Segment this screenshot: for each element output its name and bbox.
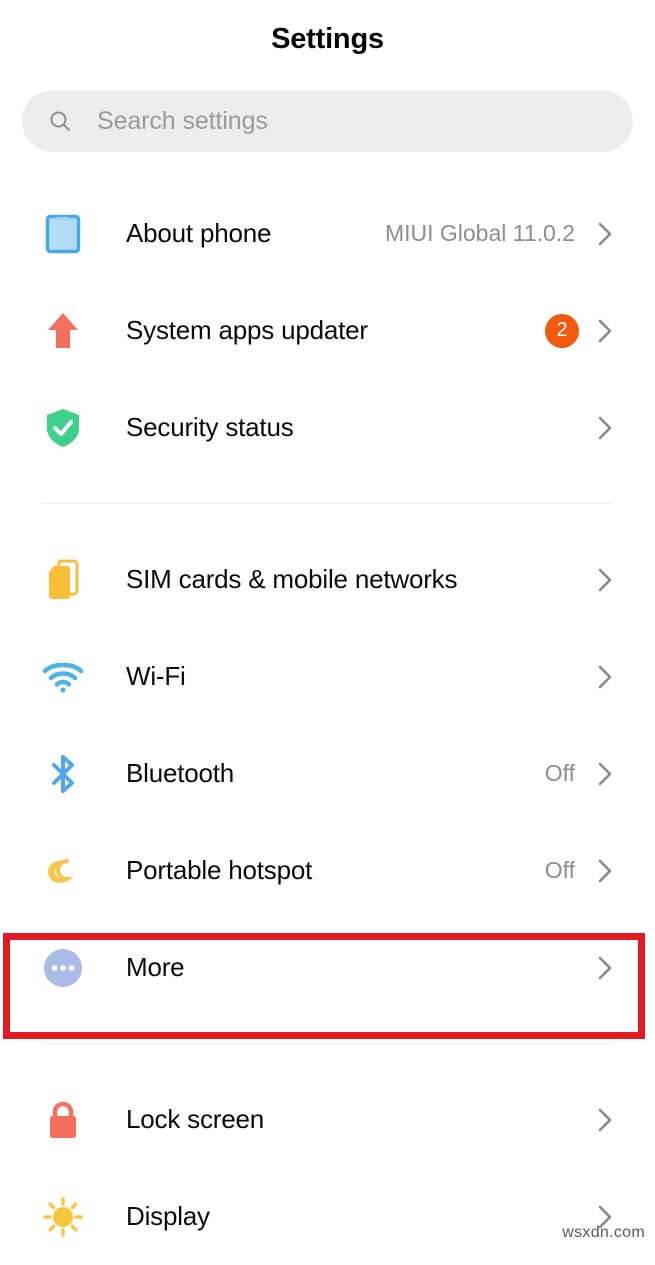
list-item-trailing: MIUI Global 11.0.2 — [385, 185, 613, 282]
list-item-trailing — [597, 919, 613, 1016]
page-title: Settings — [271, 23, 384, 55]
list-item-more[interactable]: More — [0, 919, 655, 1016]
wifi-icon — [42, 656, 84, 698]
search-input[interactable]: Search settings — [22, 90, 633, 152]
list-item-label: Display — [126, 1201, 210, 1231]
chevron-right-icon — [598, 319, 612, 342]
phone-icon — [42, 213, 84, 255]
group-gap — [0, 1016, 655, 1043]
list-item-trailing — [597, 1168, 613, 1265]
list-item-system-apps-updater[interactable]: System apps updater 2 — [0, 282, 655, 379]
brightness-sun-icon — [42, 1196, 84, 1238]
hotspot-icon — [42, 850, 84, 892]
up-arrow-icon — [42, 310, 84, 352]
list-item-value: Off — [544, 760, 575, 786]
list-item-value: MIUI Global 11.0.2 — [384, 220, 575, 246]
list-item-trailing — [597, 531, 613, 628]
lock-icon — [42, 1099, 84, 1141]
list-item-trailing — [597, 628, 613, 725]
chevron-right-icon — [598, 568, 612, 591]
list-item-trailing: 2 — [545, 282, 613, 379]
settings-group-device-info: About phone MIUI Global 11.0.2 System ap… — [0, 185, 655, 476]
search-icon — [48, 109, 72, 133]
chevron-right-icon — [598, 222, 612, 245]
list-item-trailing — [597, 1071, 613, 1168]
search-placeholder: Search settings — [97, 106, 268, 135]
sim-card-icon — [42, 559, 84, 601]
group-gap — [0, 1044, 655, 1071]
list-item-label: System apps updater — [126, 315, 368, 345]
list-item-display[interactable]: Display — [0, 1168, 655, 1265]
list-item-label: About phone — [126, 218, 272, 248]
chevron-right-icon — [598, 416, 612, 439]
list-item-label: Wi-Fi — [126, 661, 186, 691]
group-gap — [0, 476, 655, 503]
list-item-sim-cards-mobile-networks[interactable]: SIM cards & mobile networks — [0, 531, 655, 628]
settings-group-personalization: Lock screen Display — [0, 1071, 655, 1265]
settings-group-connectivity: SIM cards & mobile networks Wi-Fi Blueto… — [0, 531, 655, 1016]
bluetooth-icon — [42, 753, 84, 795]
chevron-right-icon — [598, 665, 612, 688]
list-item-trailing: Off — [545, 822, 613, 919]
list-item-label: Lock screen — [126, 1104, 264, 1134]
group-gap — [0, 504, 655, 531]
list-item-bluetooth[interactable]: Bluetooth Off — [0, 725, 655, 822]
status-badge: 2 — [545, 313, 579, 348]
list-item-label: More — [126, 952, 185, 982]
list-item-label: Security status — [126, 412, 294, 442]
list-item-about-phone[interactable]: About phone MIUI Global 11.0.2 — [0, 185, 655, 282]
list-item-lock-screen[interactable]: Lock screen — [0, 1071, 655, 1168]
more-dots-icon — [42, 947, 84, 989]
watermark: wsxdn.com — [562, 1224, 645, 1241]
list-item-portable-hotspot[interactable]: Portable hotspot Off — [0, 822, 655, 919]
chevron-right-icon — [598, 956, 612, 979]
list-item-security-status[interactable]: Security status — [0, 379, 655, 476]
list-item-value: Off — [544, 857, 575, 883]
shield-check-icon — [42, 407, 84, 449]
list-item-label: Bluetooth — [126, 758, 235, 788]
list-item-trailing: Off — [545, 725, 613, 822]
chevron-right-icon — [598, 762, 612, 785]
chevron-right-icon — [598, 1108, 612, 1131]
list-item-wifi[interactable]: Wi-Fi — [0, 628, 655, 725]
list-item-label: Portable hotspot — [126, 855, 313, 885]
list-item-label: SIM cards & mobile networks — [126, 564, 458, 594]
settings-list: About phone MIUI Global 11.0.2 System ap… — [0, 185, 655, 1265]
list-item-trailing — [597, 379, 613, 476]
chevron-right-icon — [598, 859, 612, 882]
